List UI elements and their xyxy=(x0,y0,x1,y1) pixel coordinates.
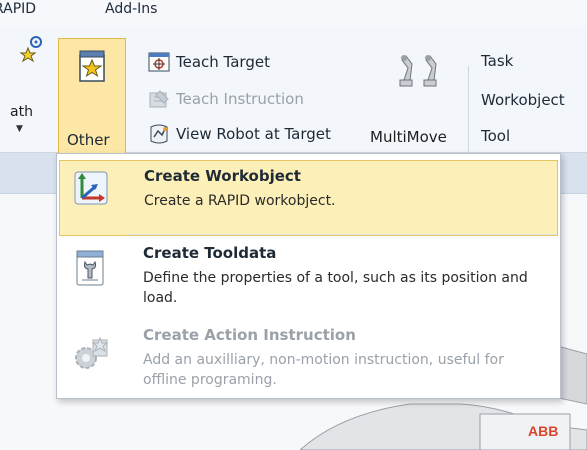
menu-item-create-workobject[interactable]: Create Workobject Create a RAPID workobj… xyxy=(59,160,558,236)
tab-rapid[interactable]: RAPID xyxy=(0,1,36,17)
multimove-label: MultiMove xyxy=(370,128,447,146)
action-instruction-icon xyxy=(75,336,109,369)
other-label: Other xyxy=(67,131,110,149)
teach-target-icon xyxy=(148,52,170,72)
workobject-axes-icon xyxy=(74,171,108,205)
svg-text:ABB: ABB xyxy=(528,423,558,439)
view-robot-icon xyxy=(150,124,168,144)
tooldata-icon xyxy=(76,250,104,286)
path-label: ath xyxy=(10,104,33,120)
menu-item-description: Define the properties of a tool, such as… xyxy=(143,270,528,306)
teach-target-label: Teach Target xyxy=(176,53,270,71)
other-icon xyxy=(79,50,105,82)
view-robot-at-target-button[interactable]: View Robot at Target xyxy=(148,121,331,147)
task-dropdown[interactable]: Task xyxy=(481,52,513,70)
tab-add-ins[interactable]: Add-Ins xyxy=(105,1,157,17)
menu-item-description: Create a RAPID workobject. xyxy=(144,193,336,209)
menu-item-title: Create Tooldata xyxy=(143,244,277,262)
menu-item-title: Create Action Instruction xyxy=(143,326,356,344)
other-dropdown-menu: Create Workobject Create a RAPID workobj… xyxy=(56,153,561,399)
workobject-dropdown[interactable]: Workobject xyxy=(481,91,565,109)
menu-separator xyxy=(127,234,557,235)
teach-instruction-button[interactable]: Teach Instruction xyxy=(148,86,304,112)
chevron-down-icon: ▼ xyxy=(16,124,23,134)
multimove-robots-icon xyxy=(399,55,437,87)
teach-instruction-icon xyxy=(149,90,169,108)
view-robot-label: View Robot at Target xyxy=(176,125,331,143)
menu-item-create-tooldata[interactable]: Create Tooldata Define the properties of… xyxy=(59,238,558,320)
menu-item-description: Add an auxilliary, non-motion instructio… xyxy=(143,352,504,388)
menu-item-create-action-instruction[interactable]: Create Action Instruction Add an auxilli… xyxy=(59,320,558,396)
teach-target-button[interactable]: Teach Target xyxy=(148,49,270,75)
path-icon xyxy=(19,36,42,63)
teach-instruction-label: Teach Instruction xyxy=(176,90,304,108)
tool-dropdown[interactable]: Tool xyxy=(481,127,510,145)
menu-item-title: Create Workobject xyxy=(144,167,301,185)
ribbon-tab-bar: RAPID Add-Ins xyxy=(0,0,587,27)
ribbon: ath ▼ Other ▼ Teach Target Teach Instruc… xyxy=(0,26,587,178)
